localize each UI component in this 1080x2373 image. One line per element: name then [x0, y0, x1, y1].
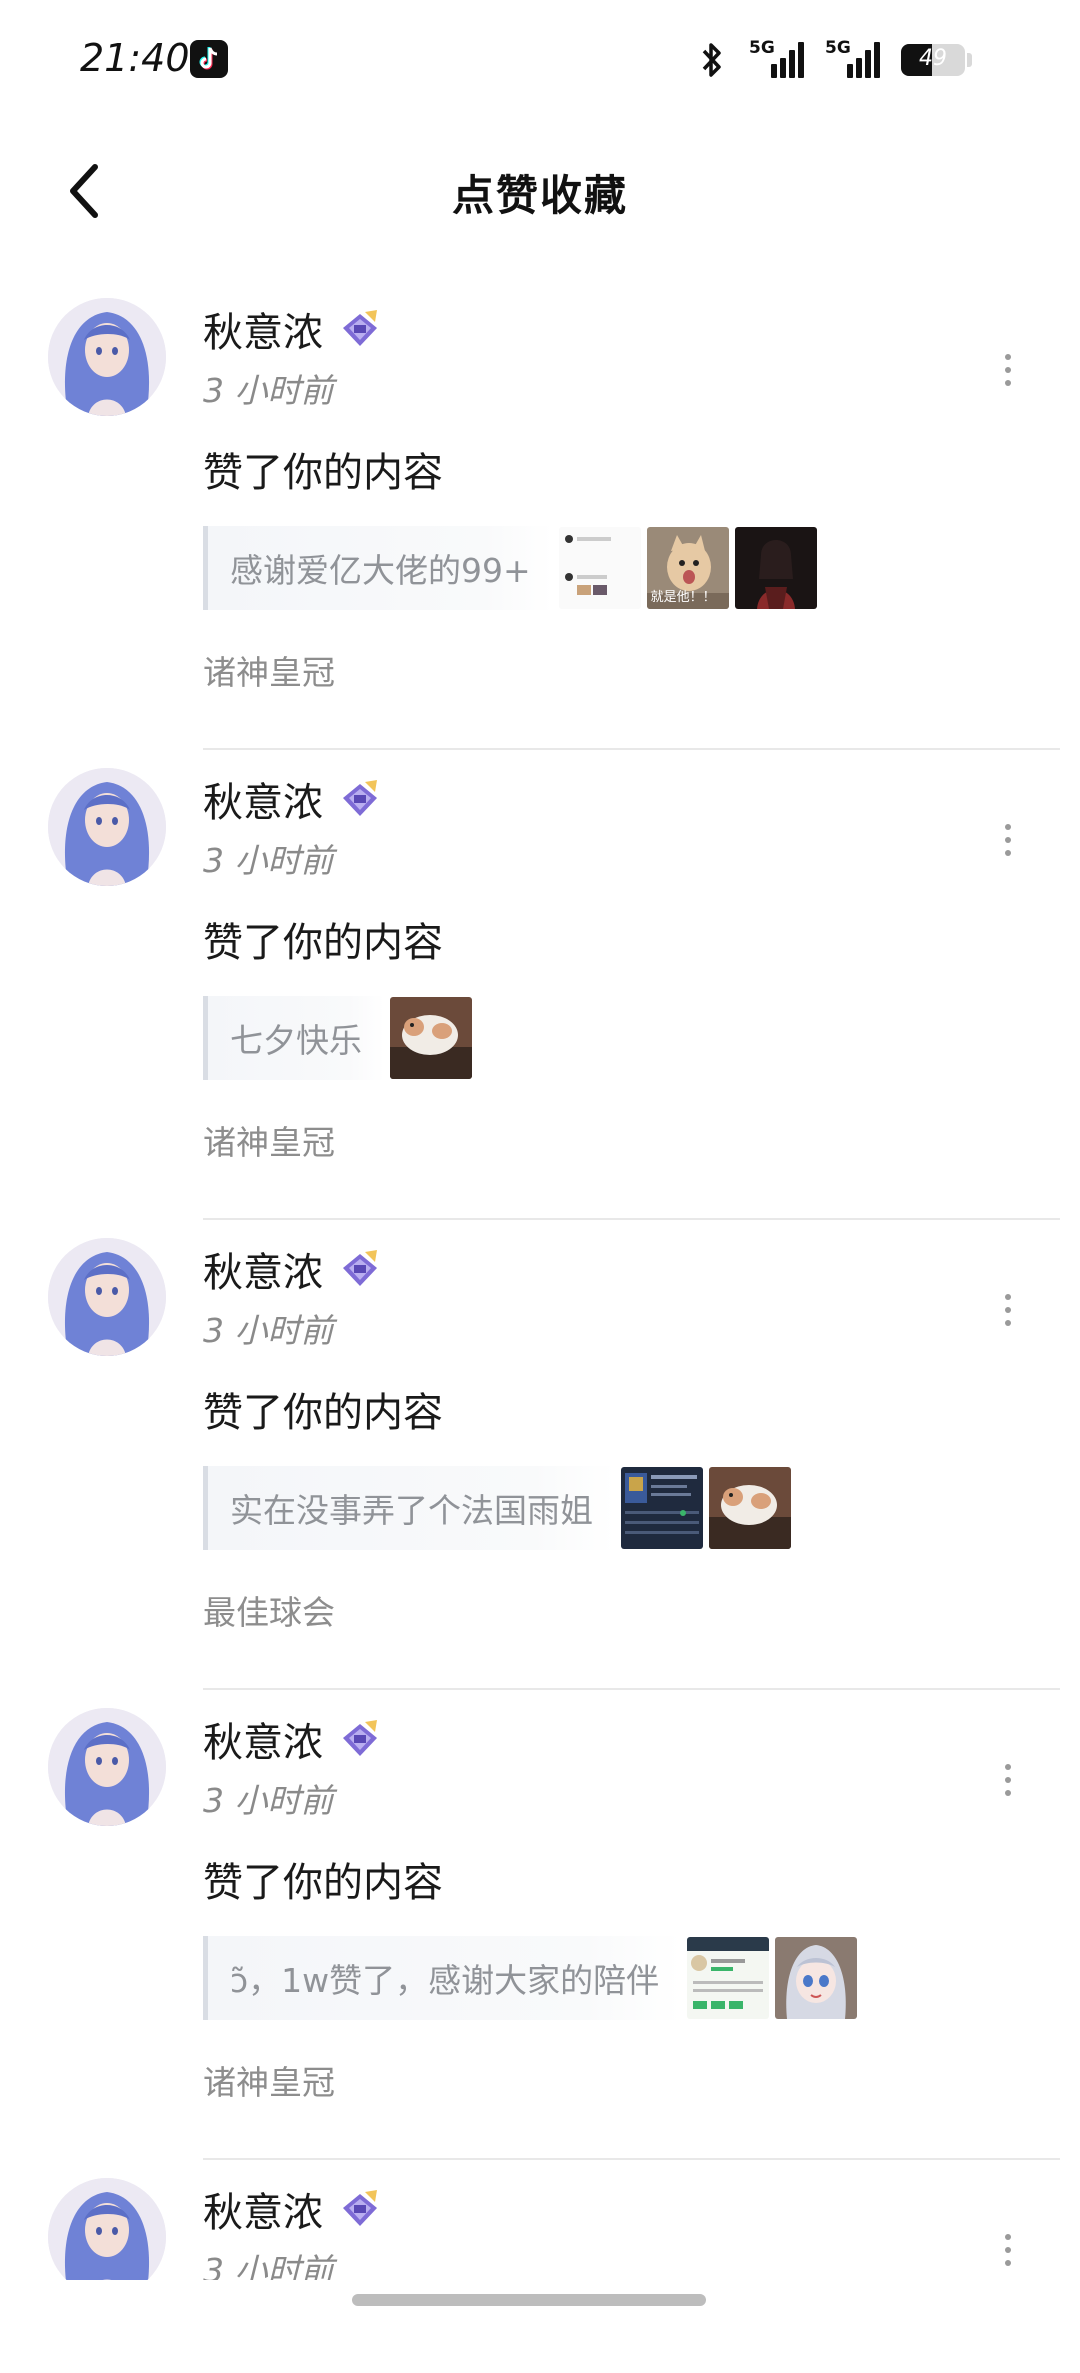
quote-box: ɔ̃，1w赞了，感谢大家的陪伴 — [203, 1936, 682, 2020]
signal-5g-icon-2: 5G — [825, 38, 880, 80]
game-screen-thumb[interactable] — [621, 1467, 703, 1549]
name-row: 秋意浓 — [203, 770, 1080, 828]
nav-bar: 点赞收藏 — [0, 130, 1080, 250]
battery-icon: 49 — [901, 44, 965, 76]
character-thumb[interactable] — [734, 527, 817, 609]
hamster-thumb[interactable] — [709, 1467, 791, 1549]
page: 21:40 5G 5G 49 点赞收藏 秋意浓 3 小时前 赞了你的内容 感谢爱… — [0, 0, 1080, 2373]
quote-box: 实在没事弄了个法国雨姐 — [203, 1466, 615, 1550]
avatar[interactable] — [48, 2178, 166, 2280]
notification-item[interactable]: 秋意浓 3 小时前 — [0, 2160, 1080, 2280]
tiktok-icon — [190, 40, 228, 78]
level-badge-icon — [343, 1720, 377, 1756]
thumb-caption: 就是他！！ — [650, 590, 716, 605]
timestamp: 3 小时前 — [203, 841, 334, 880]
status-bar: 21:40 5G 5G 49 — [0, 0, 1080, 120]
user-name[interactable]: 秋意浓 — [203, 770, 323, 828]
level-badge-icon — [343, 310, 377, 346]
anime-girl-thumb[interactable] — [775, 1937, 858, 2019]
action-text: 赞了你的内容 — [203, 920, 443, 966]
avatar[interactable] — [48, 768, 166, 886]
name-row: 秋意浓 — [203, 1240, 1080, 1298]
avatar[interactable] — [48, 298, 166, 416]
source-community[interactable]: 诸神皇冠 — [203, 2056, 1080, 2104]
content-preview[interactable]: 感谢爱亿大佬的99+ 就是他！！ — [203, 526, 1080, 610]
quote-text: ɔ̃，1w赞了，感谢大家的陪伴 — [230, 1961, 660, 2000]
signal-label: 5G — [749, 38, 775, 58]
more-options-button[interactable] — [988, 1750, 1028, 1810]
app-screenshot-thumb[interactable] — [687, 1937, 770, 2019]
home-indicator[interactable] — [352, 2294, 706, 2306]
user-name[interactable]: 秋意浓 — [203, 1710, 323, 1768]
notification-content: 秋意浓 3 小时前 赞了你的内容 ɔ̃，1w赞了，感谢大家的陪伴 诸神皇冠 — [203, 1710, 1080, 2104]
cat-meme-thumb[interactable]: 就是他！！ — [646, 527, 729, 609]
bluetooth-icon — [702, 43, 721, 77]
name-row: 秋意浓 — [203, 1710, 1080, 1768]
action-text: 赞了你的内容 — [203, 1390, 443, 1436]
notification-content: 秋意浓 3 小时前 — [203, 2180, 1080, 2280]
source-community[interactable]: 诸神皇冠 — [203, 1116, 1080, 1164]
battery-level: 49 — [919, 46, 947, 71]
user-name[interactable]: 秋意浓 — [203, 300, 323, 358]
avatar[interactable] — [48, 1238, 166, 1356]
status-time: 21:40 — [80, 36, 190, 80]
content-preview[interactable]: 七夕快乐 — [203, 996, 1080, 1080]
level-badge-icon — [343, 1250, 377, 1286]
notification-list: 秋意浓 3 小时前 赞了你的内容 感谢爱亿大佬的99+ 就是他！！ 诸神皇冠 秋… — [0, 280, 1080, 2280]
quote-text: 实在没事弄了个法国雨姐 — [230, 1491, 593, 1530]
source-community[interactable]: 最佳球会 — [203, 1586, 1080, 1634]
timestamp: 3 小时前 — [203, 1311, 334, 1350]
timestamp: 3 小时前 — [203, 1781, 334, 1820]
quote-box: 七夕快乐 — [203, 996, 384, 1080]
timestamp: 3 小时前 — [203, 371, 334, 410]
screenshot-thumb[interactable] — [558, 527, 641, 609]
source-community[interactable]: 诸神皇冠 — [203, 646, 1080, 694]
name-row: 秋意浓 — [203, 300, 1080, 358]
notification-content: 秋意浓 3 小时前 赞了你的内容 感谢爱亿大佬的99+ 就是他！！ 诸神皇冠 — [203, 300, 1080, 694]
user-name[interactable]: 秋意浓 — [203, 2180, 323, 2238]
level-badge-icon — [343, 2190, 377, 2226]
quote-text: 七夕快乐 — [230, 1021, 362, 1060]
avatar[interactable] — [48, 1708, 166, 1826]
signal-label: 5G — [825, 38, 851, 58]
more-options-button[interactable] — [988, 2220, 1028, 2280]
notification-content: 秋意浓 3 小时前 赞了你的内容 实在没事弄了个法国雨姐 最佳球会 — [203, 1240, 1080, 1634]
notification-item[interactable]: 秋意浓 3 小时前 赞了你的内容 实在没事弄了个法国雨姐 最佳球会 — [0, 1220, 1080, 1690]
timestamp: 3 小时前 — [203, 2251, 334, 2280]
notification-item[interactable]: 秋意浓 3 小时前 赞了你的内容 ɔ̃，1w赞了，感谢大家的陪伴 诸神皇冠 — [0, 1690, 1080, 2160]
action-text: 赞了你的内容 — [203, 1860, 443, 1906]
notification-content: 秋意浓 3 小时前 赞了你的内容 七夕快乐 诸神皇冠 — [203, 770, 1080, 1164]
hamster-thumb[interactable] — [390, 997, 472, 1079]
quote-text: 感谢爱亿大佬的99+ — [230, 551, 531, 590]
more-options-button[interactable] — [988, 340, 1028, 400]
action-text: 赞了你的内容 — [203, 450, 443, 496]
notification-item[interactable]: 秋意浓 3 小时前 赞了你的内容 七夕快乐 诸神皇冠 — [0, 750, 1080, 1220]
name-row: 秋意浓 — [203, 2180, 1080, 2238]
user-name[interactable]: 秋意浓 — [203, 1240, 323, 1298]
content-preview[interactable]: 实在没事弄了个法国雨姐 — [203, 1466, 1080, 1550]
status-icons: 5G 5G 49 — [699, 38, 972, 82]
more-options-button[interactable] — [988, 810, 1028, 870]
signal-5g-icon-1: 5G — [749, 38, 804, 80]
level-badge-icon — [343, 780, 377, 816]
battery-tip — [967, 53, 972, 67]
notification-item[interactable]: 秋意浓 3 小时前 赞了你的内容 感谢爱亿大佬的99+ 就是他！！ 诸神皇冠 — [0, 280, 1080, 750]
more-options-button[interactable] — [988, 1280, 1028, 1340]
page-title: 点赞收藏 — [451, 171, 628, 220]
content-preview[interactable]: ɔ̃，1w赞了，感谢大家的陪伴 — [203, 1936, 1080, 2020]
quote-box: 感谢爱亿大佬的99+ — [203, 526, 553, 610]
